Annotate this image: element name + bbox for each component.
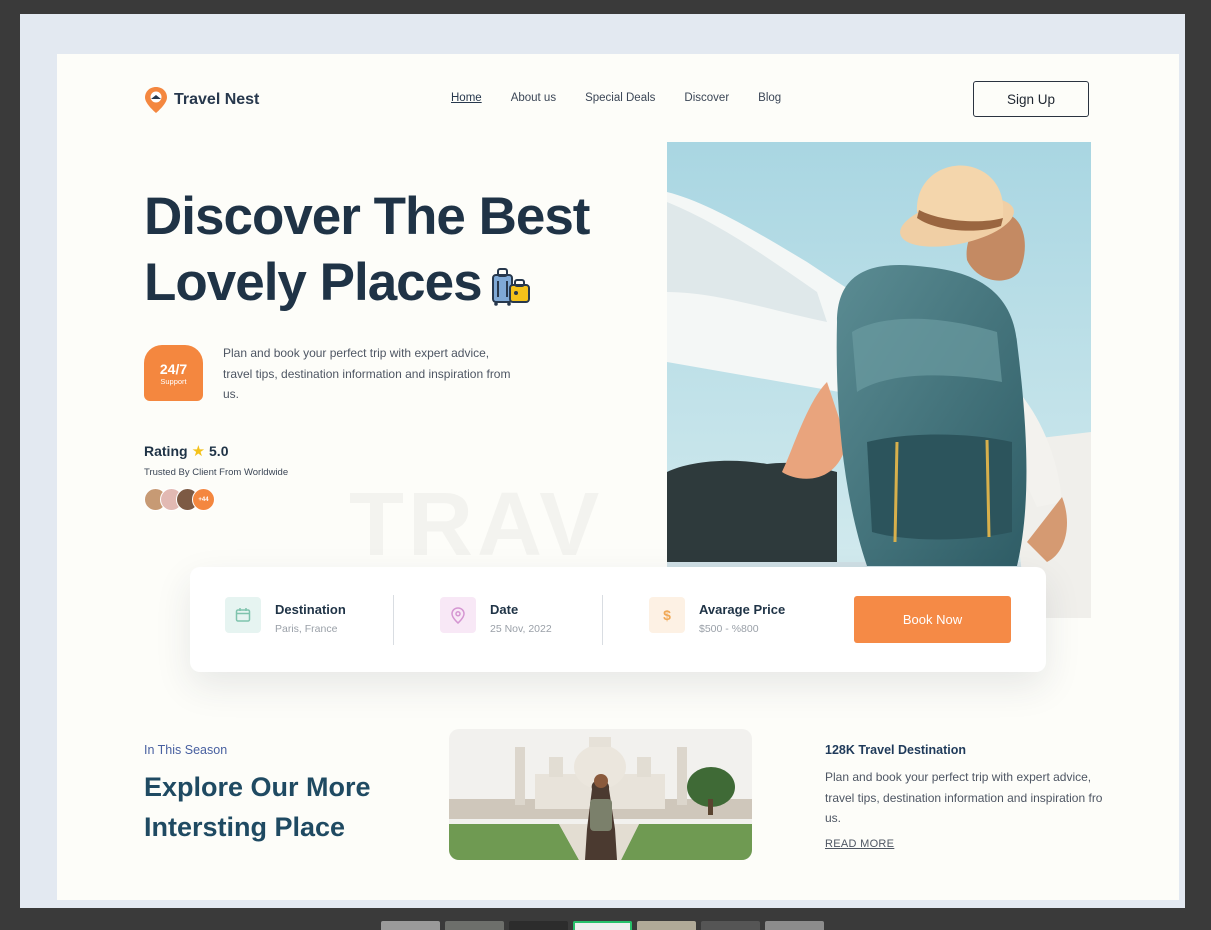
thumbnail-selected[interactable] — [573, 921, 632, 930]
taj-mahal-image — [449, 729, 752, 860]
nav-about-us[interactable]: About us — [511, 92, 556, 104]
nav-home[interactable]: Home — [451, 92, 482, 104]
hero-title: Discover The Best Lovely Places — [144, 184, 590, 316]
rating: Rating ★ 5.0 — [144, 442, 228, 460]
date-field[interactable]: Date 25 Nov, 2022 — [440, 597, 552, 635]
support-badge: 24/7 Support — [144, 345, 203, 401]
logo-text: Travel Nest — [174, 91, 260, 108]
thumbnail[interactable] — [509, 921, 568, 930]
dollar-icon: $ — [649, 597, 685, 633]
luggage-icon — [491, 268, 530, 306]
landing-page: Travel Nest Home About us Special Deals … — [57, 54, 1179, 900]
booking-bar: Destination Paris, France Date 25 Nov, 2… — [190, 567, 1046, 672]
season-eyebrow: In This Season — [144, 743, 228, 757]
hero-title-line-2-text: Lovely Places — [144, 253, 483, 312]
destination-description: Plan and book your perfect trip with exp… — [825, 770, 1103, 825]
watermark-text: TRAV — [349, 475, 604, 575]
star-icon: ★ — [191, 443, 206, 460]
destination-label: Destination — [275, 602, 346, 617]
thumbnail[interactable] — [701, 921, 760, 930]
calendar-icon — [225, 597, 261, 633]
logo[interactable]: Travel Nest — [144, 86, 259, 114]
destination-value: Paris, France — [275, 623, 338, 635]
hero-description: Plan and book your perfect trip with exp… — [223, 346, 511, 401]
divider — [602, 595, 603, 645]
explore-title-line-1: Explore Our More — [144, 772, 371, 802]
read-more-link[interactable]: READ MORE — [825, 838, 894, 850]
hero-title-line-2: Lovely Places — [144, 250, 589, 316]
thumbnail[interactable] — [637, 921, 696, 930]
location-pin-icon — [145, 87, 167, 113]
price-label: Avarage Price — [699, 602, 786, 617]
support-badge-hours: 24/7 — [159, 361, 188, 377]
hero-title-line-1: Discover The Best — [144, 187, 590, 246]
screenshot-frame: Travel Nest Home About us Special Deals … — [20, 14, 1185, 908]
explore-title: Explore Our More Intersting Place — [144, 767, 371, 847]
date-label: Date — [490, 602, 519, 617]
support-badge-label: Support — [160, 377, 187, 386]
thumbnail[interactable] — [445, 921, 504, 930]
destination-field[interactable]: Destination Paris, France — [225, 597, 346, 635]
price-value: $500 - %800 — [699, 623, 759, 635]
sign-up-button[interactable]: Sign Up — [973, 81, 1089, 117]
price-field[interactable]: $ Avarage Price $500 - %800 — [649, 597, 785, 635]
hero-backpacker-image — [667, 142, 1091, 618]
client-avatars: +44 — [144, 488, 215, 511]
thumbnail[interactable] — [765, 921, 824, 930]
book-now-button[interactable]: Book Now — [854, 596, 1011, 643]
nav-special-deals[interactable]: Special Deals — [585, 92, 655, 104]
rating-value: 5.0 — [209, 443, 229, 459]
nav-discover[interactable]: Discover — [684, 92, 729, 104]
trusted-text: Trusted By Client From Worldwide — [144, 467, 289, 478]
thumbnail[interactable] — [381, 921, 440, 930]
rating-label: Rating — [144, 443, 188, 459]
explore-title-line-2: Intersting Place — [144, 812, 346, 842]
divider — [393, 595, 394, 645]
nav-blog[interactable]: Blog — [758, 92, 781, 104]
date-value: 25 Nov, 2022 — [490, 623, 552, 635]
thumbnail-strip — [381, 921, 824, 930]
main-nav: Home About us Special Deals Discover Blo… — [451, 92, 781, 104]
destination-count-title: 128K Travel Destination — [825, 743, 967, 757]
map-pin-icon — [440, 597, 476, 633]
avatar-more-count: +44 — [192, 488, 215, 511]
